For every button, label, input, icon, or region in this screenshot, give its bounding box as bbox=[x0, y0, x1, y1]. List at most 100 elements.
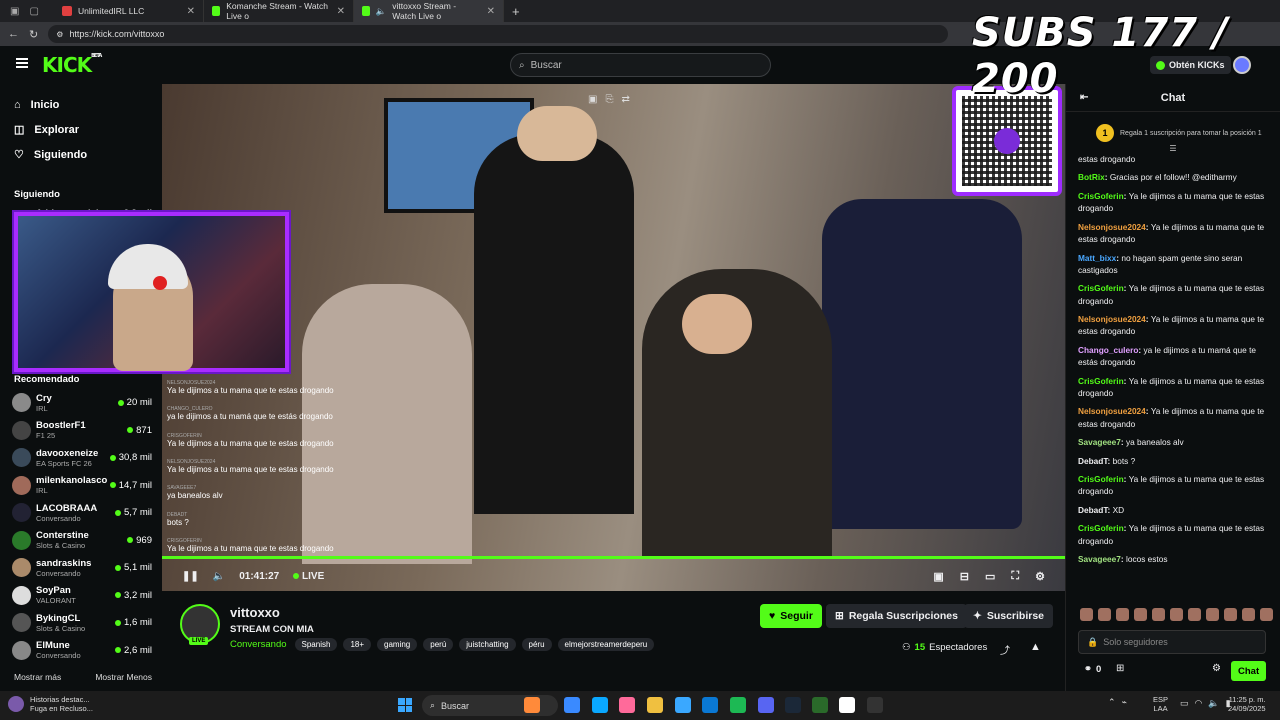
chat-username[interactable]: Nelsonjosue2024 bbox=[1078, 222, 1146, 232]
taskbar-app-icon[interactable] bbox=[647, 697, 663, 713]
tag[interactable]: péru bbox=[521, 638, 552, 651]
recommended-item[interactable]: BykingCL Slots & Casino 1,6 mil bbox=[0, 609, 162, 637]
tag[interactable]: perú bbox=[423, 638, 454, 651]
emote-icon[interactable] bbox=[1080, 608, 1093, 621]
chat-username[interactable]: Savageee7 bbox=[1078, 437, 1121, 447]
taskbar-app-icon[interactable] bbox=[785, 697, 801, 713]
chat-input[interactable]: 🔒 Solo seguidores bbox=[1078, 630, 1266, 654]
site-info-icon[interactable]: ⚙ bbox=[56, 30, 63, 39]
tab-komanche[interactable]: Komanche Stream - Watch Live o ✕ bbox=[204, 0, 354, 22]
chat-username[interactable]: BotRix bbox=[1078, 172, 1105, 182]
follow-button[interactable]: ♥ Seguir bbox=[760, 604, 822, 628]
taskbar-notification[interactable]: Historias destac... Fuga en Recluso... bbox=[8, 695, 93, 713]
nav-explorar[interactable]: ◫ Explorar bbox=[0, 117, 162, 142]
chat-username[interactable]: CrisGoferin bbox=[1078, 283, 1124, 293]
wifi-icon[interactable]: ◠ bbox=[1195, 698, 1203, 709]
clock[interactable]: 11:25 p. m. 24/09/2025 bbox=[1228, 695, 1266, 713]
clip-icon[interactable]: ⎘ bbox=[605, 94, 613, 105]
taskbar-app-icon[interactable] bbox=[758, 697, 774, 713]
recommended-item[interactable]: milenkanolasco IRL 14,7 mil bbox=[0, 472, 162, 500]
menu-icon[interactable] bbox=[16, 58, 28, 68]
send-chat-button[interactable]: Chat bbox=[1231, 661, 1267, 681]
emote-icon[interactable] bbox=[1116, 608, 1129, 621]
tag[interactable]: gaming bbox=[377, 638, 418, 651]
recommended-item[interactable]: ElMune Conversando 2,6 mil bbox=[0, 637, 162, 665]
chat-username[interactable]: CrisGoferin bbox=[1078, 376, 1124, 386]
gift-subs-button[interactable]: ⊞ Regala Suscripciones bbox=[826, 604, 967, 628]
recommended-item[interactable]: Conterstine Slots & Casino 969 bbox=[0, 527, 162, 555]
category-link[interactable]: Conversando bbox=[230, 639, 287, 650]
pip-icon[interactable]: ▣ bbox=[588, 94, 597, 105]
search-input[interactable]: ⌕ Buscar bbox=[510, 53, 771, 77]
chat-username[interactable]: CrisGoferin bbox=[1078, 191, 1124, 201]
recommended-item[interactable]: LACOBRAAA Conversando 5,7 mil bbox=[0, 499, 162, 527]
chat-username[interactable]: CrisGoferin bbox=[1078, 523, 1124, 533]
channel-points[interactable]: ⚭ 0 bbox=[1084, 664, 1101, 675]
emote-icon[interactable] bbox=[1242, 608, 1255, 621]
emote-icon[interactable] bbox=[1152, 608, 1165, 621]
recommended-item[interactable]: sandraskins Conversando 5,1 mil bbox=[0, 554, 162, 582]
close-tab-icon[interactable]: ✕ bbox=[487, 6, 495, 17]
display-icon[interactable]: ▭ bbox=[1180, 698, 1189, 709]
windows-start-icon[interactable] bbox=[398, 698, 412, 712]
taskbar-app-icon[interactable] bbox=[730, 697, 746, 713]
taskbar-app-icon[interactable] bbox=[839, 697, 855, 713]
tab-vittoxxo[interactable]: 🔈 vittoxxo Stream - Watch Live o ✕ bbox=[354, 0, 504, 22]
back-icon[interactable]: ← bbox=[8, 28, 19, 40]
gift-icon[interactable]: ⊞ bbox=[1116, 663, 1124, 674]
emote-icon[interactable] bbox=[1260, 608, 1273, 621]
taskbar-app-icon[interactable] bbox=[619, 697, 635, 713]
volume-icon[interactable]: 🔈 bbox=[213, 571, 225, 582]
taskbar-app-icon[interactable] bbox=[812, 697, 828, 713]
show-less-link[interactable]: Mostrar Menos bbox=[95, 672, 152, 682]
recommended-item[interactable]: SoyPan VALORANT 3,2 mil bbox=[0, 582, 162, 610]
taskbar-app-icon[interactable] bbox=[564, 697, 580, 713]
emote-icon[interactable] bbox=[1206, 608, 1219, 621]
nav-siguiendo[interactable]: ♡ Siguiendo bbox=[0, 142, 162, 167]
reload-icon[interactable]: ↻ bbox=[29, 28, 38, 41]
pause-icon[interactable]: ❚❚ bbox=[182, 571, 199, 582]
taskbar-app-icon[interactable] bbox=[524, 697, 540, 713]
language-indicator[interactable]: ESP LAA bbox=[1153, 695, 1168, 713]
tab-unlimitedirl[interactable]: UnlimitedIRL LLC ✕ bbox=[54, 0, 204, 22]
chat-settings-icon[interactable]: ⚙ bbox=[1212, 663, 1221, 674]
clip-create-icon[interactable]: ⊟ bbox=[960, 570, 969, 583]
channel-name[interactable]: vittoxxo bbox=[230, 605, 280, 620]
show-more-link[interactable]: Mostrar más bbox=[14, 672, 61, 682]
taskbar-app-icon[interactable] bbox=[675, 697, 691, 713]
volume-icon[interactable]: 🔈 bbox=[1208, 698, 1219, 709]
emote-icon[interactable] bbox=[1098, 608, 1111, 621]
settings-icon[interactable]: ⚙ bbox=[1035, 570, 1045, 583]
taskbar-app-icon[interactable] bbox=[867, 697, 883, 713]
emote-icon[interactable] bbox=[1188, 608, 1201, 621]
network-icon[interactable]: ⌁ bbox=[1122, 697, 1127, 708]
recommended-item[interactable]: davooxeneize EA Sports FC 26 30,8 mil bbox=[0, 444, 162, 472]
video-progress-bar[interactable] bbox=[162, 556, 1065, 559]
report-icon[interactable]: ▲ bbox=[1030, 641, 1041, 653]
chat-username[interactable]: Matt_bixx bbox=[1078, 253, 1116, 263]
speaker-icon[interactable]: 🔈 bbox=[376, 6, 387, 17]
chat-username[interactable]: Nelsonjosue2024 bbox=[1078, 314, 1146, 324]
chat-username[interactable]: Savageee7 bbox=[1078, 554, 1121, 564]
recommended-item[interactable]: Cry IRL 20 mil bbox=[0, 389, 162, 417]
tab-actions-icon[interactable]: ▢ bbox=[29, 6, 38, 17]
taskbar-app-icon[interactable] bbox=[702, 697, 718, 713]
scroll-indicator-icon[interactable]: ☰ bbox=[1066, 144, 1280, 153]
url-bar[interactable]: ⚙ https://kick.com/vittoxxo bbox=[48, 25, 949, 43]
close-tab-icon[interactable]: ✕ bbox=[337, 6, 345, 17]
close-tab-icon[interactable]: ✕ bbox=[187, 6, 195, 17]
subscribe-button[interactable]: ✦ Suscribirse bbox=[964, 604, 1054, 628]
emote-icon[interactable] bbox=[1224, 608, 1237, 621]
chat-username[interactable]: DebadT bbox=[1078, 505, 1108, 515]
chat-username[interactable]: DebadT bbox=[1078, 456, 1108, 466]
translate-icon[interactable]: ⇄ bbox=[621, 94, 629, 105]
theater-icon[interactable]: ▭ bbox=[985, 570, 995, 583]
chat-username[interactable]: Chango_culero bbox=[1078, 345, 1138, 355]
new-tab-button[interactable]: + bbox=[504, 4, 520, 19]
kick-logo[interactable]: KICKBETA bbox=[42, 53, 102, 77]
tag[interactable]: 18+ bbox=[343, 638, 372, 651]
tag[interactable]: juistchatting bbox=[459, 638, 516, 651]
share-icon[interactable]: ⤴ bbox=[1000, 642, 1010, 657]
recommended-item[interactable]: BoostlerF1 F1 25 871 bbox=[0, 417, 162, 445]
workspaces-icon[interactable]: ▣ bbox=[10, 6, 19, 17]
